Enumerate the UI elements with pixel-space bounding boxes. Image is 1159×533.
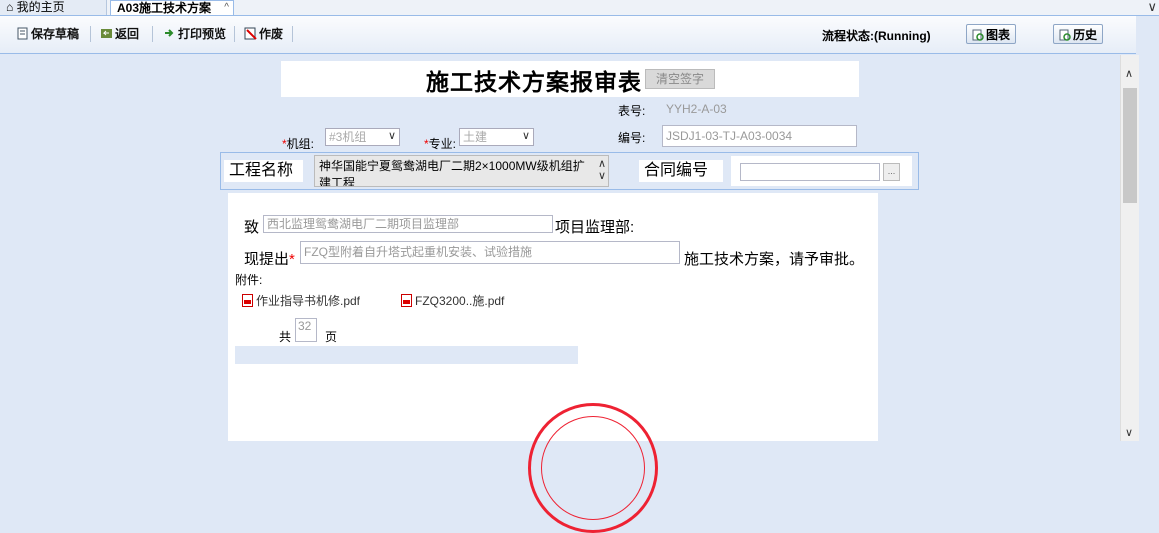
- refresh-icon: [1059, 29, 1071, 41]
- arrow-right-icon: [165, 29, 174, 37]
- chevron-down-icon[interactable]: ∨: [1147, 0, 1157, 15]
- void-button[interactable]: 作废: [244, 26, 283, 42]
- attachment-file[interactable]: FZQ3200..施.pdf: [401, 292, 504, 309]
- pdf-icon: [401, 294, 412, 307]
- unit-select-value: #3机组: [329, 130, 367, 144]
- document-icon: [17, 27, 28, 40]
- browse-button[interactable]: ...: [883, 163, 900, 181]
- back-icon: [101, 29, 112, 38]
- pdf-icon: [242, 294, 253, 307]
- contract-no-label: 合同编号: [639, 160, 723, 182]
- close-icon[interactable]: ^: [224, 1, 229, 15]
- table-no-value: YYH2-A-03: [666, 102, 727, 116]
- contract-no-cell: ...: [731, 156, 912, 186]
- chart-button[interactable]: 图表: [966, 24, 1016, 44]
- toolbar-separator: [234, 26, 235, 42]
- project-info-row: 工程名称 神华国能宁夏鸳鸯湖电厂二期2×1000MW级机组扩建工程 ∧ ∨ 合同编…: [220, 152, 919, 190]
- chevron-down-icon: ∨: [387, 130, 396, 142]
- to-label: 致: [244, 219, 260, 236]
- tab-a03-label: A03施工技术方案: [117, 1, 212, 15]
- refresh-icon: [972, 29, 984, 41]
- vertical-scrollbar[interactable]: ∧ ∨: [1120, 55, 1139, 441]
- attachment-name: 作业指导书机修.pdf: [256, 294, 361, 308]
- project-name-value: 神华国能宁夏鸳鸯湖电厂二期2×1000MW级机组扩建工程: [319, 159, 585, 187]
- unit-label: *机组:: [282, 135, 314, 152]
- attachment-name: FZQ3200..施.pdf: [415, 294, 505, 308]
- tab-bar: ⌂ 我的主页 A03施工技术方案 ^ ∨: [0, 0, 1159, 16]
- form-title-area: 施工技术方案报审表 清空签字: [281, 61, 859, 97]
- project-name-field[interactable]: 神华国能宁夏鸳鸯湖电厂二期2×1000MW级机组扩建工程 ∧ ∨: [314, 155, 609, 187]
- home-icon: ⌂: [6, 0, 14, 14]
- pages-suffix: 页: [325, 330, 338, 344]
- unit-select[interactable]: #3机组 ∨: [325, 128, 400, 146]
- submit-suffix: 施工技术方案，请予审批。: [684, 251, 865, 268]
- save-draft-label: 保存草稿: [31, 27, 80, 41]
- specialty-select-value: 土建: [463, 130, 488, 144]
- specialty-label-text: 专业:: [428, 137, 457, 151]
- toolbar-separator: [152, 26, 153, 42]
- toolbar-separator: [90, 26, 91, 42]
- attachments-panel: 附件: 作业指导书机修.pdf FZQ3200..施.pdf 共 32 页: [235, 265, 578, 346]
- page-title: 施工技术方案报审表: [426, 69, 642, 96]
- attach-label: 附件:: [235, 273, 263, 287]
- pages-prefix: 共: [279, 330, 292, 344]
- chevron-down-icon[interactable]: ∨: [598, 170, 606, 182]
- table-no-label: 表号:: [618, 104, 646, 118]
- code-label: 编号:: [618, 131, 646, 145]
- unit-label-text: 机组:: [286, 137, 315, 151]
- specialty-select[interactable]: 土建 ∨: [459, 128, 534, 146]
- scroll-up-icon[interactable]: ∧: [1125, 67, 1133, 80]
- submit-field[interactable]: FZQ型附着自升塔式起重机安装、试验措施: [300, 241, 680, 264]
- attachment-file[interactable]: 作业指导书机修.pdf: [242, 292, 360, 309]
- history-button[interactable]: 历史: [1053, 24, 1103, 44]
- chart-label: 图表: [985, 28, 1010, 42]
- scrollbar-thumb[interactable]: [1123, 88, 1137, 203]
- toolbar-separator: [292, 26, 293, 42]
- scroll-down-icon[interactable]: ∨: [1125, 426, 1133, 439]
- tab-home-label: 我的主页: [16, 0, 65, 14]
- to-suffix: 项目监理部:: [555, 219, 635, 236]
- history-label: 历史: [1072, 28, 1097, 42]
- attachments-footer: [235, 346, 578, 364]
- void-icon: [244, 27, 257, 40]
- chevron-up-icon[interactable]: ∧: [598, 158, 606, 170]
- pages-field[interactable]: 32: [295, 318, 317, 342]
- void-label: 作废: [259, 27, 284, 41]
- seal-stamp-inner: [541, 416, 645, 520]
- seal-stamp: [528, 403, 658, 533]
- back-button[interactable]: 返回: [100, 26, 139, 42]
- to-field[interactable]: 西北监理鸳鸯湖电厂二期项目监理部: [263, 215, 553, 233]
- code-field[interactable]: JSDJ1-03-TJ-A03-0034: [662, 125, 857, 147]
- specialty-label: *专业:: [424, 135, 456, 152]
- clear-signature-button[interactable]: 清空签字: [645, 69, 715, 89]
- save-draft-button[interactable]: 保存草稿: [16, 26, 79, 42]
- project-name-label: 工程名称: [224, 160, 303, 182]
- toolbar: 保存草稿 返回 打印预览 作废 流程状态:(Running) 图表 历史: [0, 16, 1136, 54]
- back-label: 返回: [115, 27, 140, 41]
- contract-no-field[interactable]: [740, 163, 880, 181]
- tab-a03[interactable]: A03施工技术方案 ^: [110, 0, 234, 15]
- textarea-scroll[interactable]: ∧ ∨: [598, 158, 606, 182]
- print-preview-button[interactable]: 打印预览: [163, 26, 226, 42]
- chevron-down-icon: ∨: [521, 130, 530, 142]
- print-preview-label: 打印预览: [178, 27, 227, 41]
- tab-home[interactable]: ⌂ 我的主页: [0, 0, 107, 15]
- form-body: 致 西北监理鸳鸯湖电厂二期项目监理部 项目监理部: 现提出* FZQ型附着自升塔…: [228, 193, 878, 533]
- workflow-status: 流程状态:(Running): [822, 29, 931, 43]
